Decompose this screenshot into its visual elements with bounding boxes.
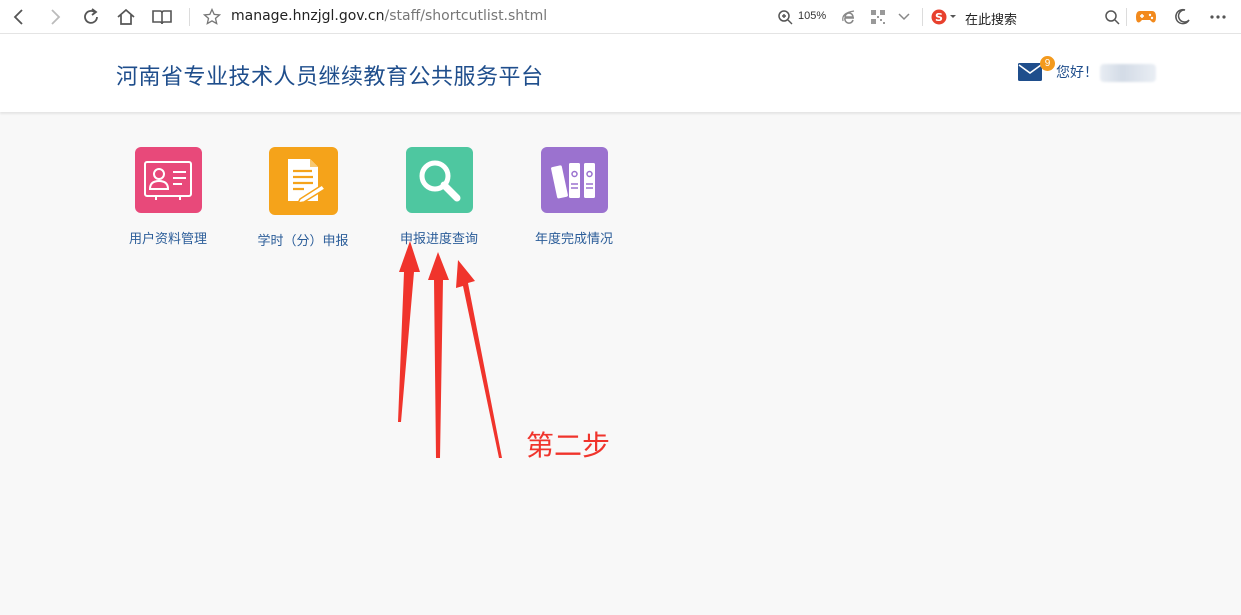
more-icon[interactable] <box>1206 5 1230 29</box>
shortcut-label[interactable]: 学时（分）申报 <box>243 230 363 249</box>
username-blurred <box>1100 64 1156 82</box>
mail-icon[interactable] <box>1018 63 1042 81</box>
reload-icon[interactable] <box>79 5 103 29</box>
page-title: 河南省专业技术人员继续教育公共服务平台 <box>116 64 544 89</box>
browser-toolbar: manage.hnzjgl.gov.cn/staff/shortcutlist.… <box>0 0 1241 34</box>
shortcut-hours-declaration[interactable]: 学时（分）申报 <box>243 147 363 249</box>
search-input[interactable]: 在此搜索 <box>965 9 1017 28</box>
game-icon[interactable] <box>1134 5 1158 29</box>
magnifier-icon <box>405 147 473 213</box>
arrow-left <box>398 241 420 422</box>
shortcut-progress-query[interactable]: 申报进度查询 <box>379 147 499 247</box>
night-mode-icon[interactable] <box>1170 5 1194 29</box>
arrow-right <box>456 260 502 458</box>
step-annotation: 第二步 <box>526 431 611 462</box>
search-icon[interactable] <box>1100 5 1124 29</box>
qr-code-icon[interactable] <box>866 5 890 29</box>
svg-text:S: S <box>935 11 943 24</box>
document-pen-icon <box>268 147 338 215</box>
reading-mode-icon[interactable] <box>150 5 174 29</box>
arrow-middle <box>428 252 449 458</box>
shortcut-label[interactable]: 用户资料管理 <box>108 228 228 247</box>
shortcut-label[interactable]: 年度完成情况 <box>514 228 634 247</box>
sogou-search-icon[interactable]: S <box>929 5 959 29</box>
forward-icon[interactable] <box>43 5 67 29</box>
binders-icon <box>540 147 608 213</box>
chevron-down-icon[interactable] <box>892 5 916 29</box>
home-icon[interactable] <box>114 5 138 29</box>
mail-badge: 9 <box>1040 56 1055 71</box>
shortcut-user-profile[interactable]: 用户资料管理 <box>108 147 228 247</box>
bookmark-star-icon[interactable] <box>200 5 224 29</box>
back-icon[interactable] <box>7 5 31 29</box>
user-card-icon <box>134 147 202 213</box>
zoom-level[interactable]: 105% <box>798 10 826 22</box>
greeting-text: 您好！ <box>1056 64 1098 80</box>
zoom-icon[interactable] <box>773 5 797 29</box>
shortcut-label[interactable]: 申报进度查询 <box>379 228 499 247</box>
site-header: 河南省专业技术人员继续教育公共服务平台 9 您好！ <box>0 34 1241 112</box>
address-bar[interactable]: manage.hnzjgl.gov.cn/staff/shortcutlist.… <box>231 8 547 24</box>
ie-compat-icon[interactable] <box>837 5 861 29</box>
shortcut-annual-completion[interactable]: 年度完成情况 <box>514 147 634 247</box>
